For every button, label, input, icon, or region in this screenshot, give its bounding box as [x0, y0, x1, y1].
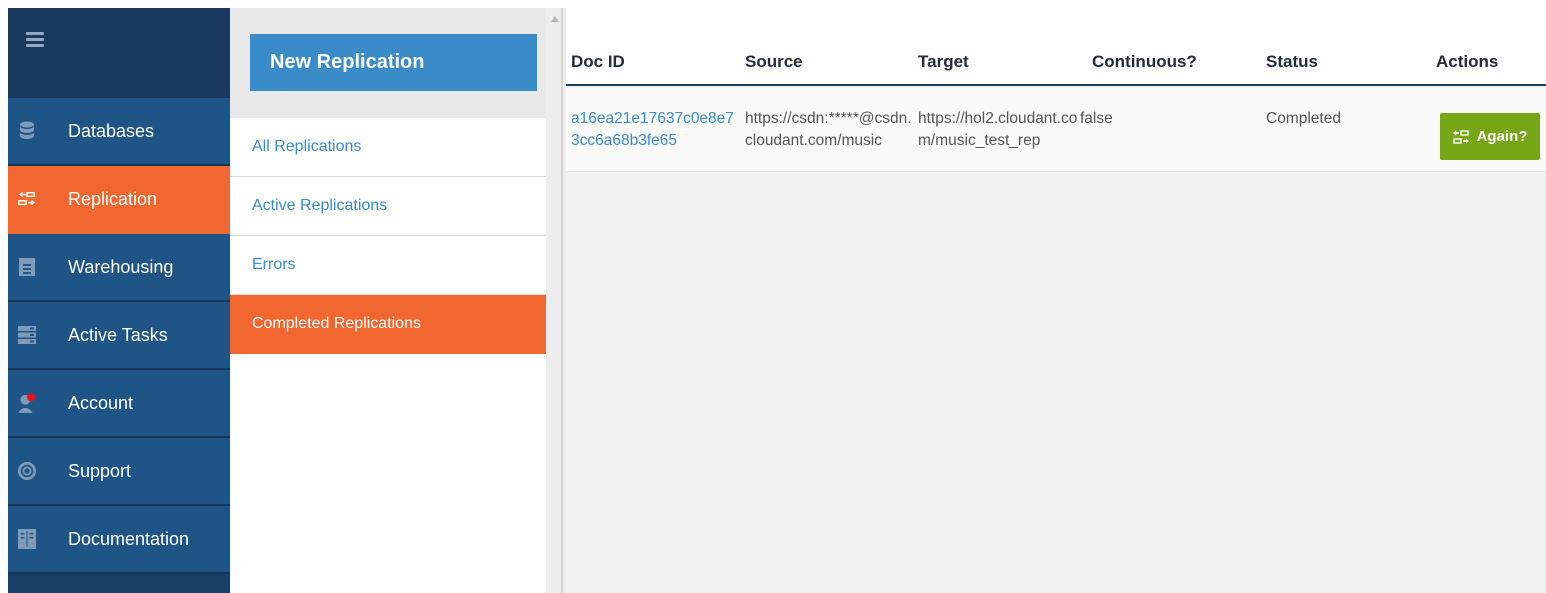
nav-label: Account — [68, 392, 134, 413]
target-cell: https://hol2.cloudant.com/music_test_rep — [918, 110, 1078, 149]
replication-sidebar: New Replication All Replications Active … — [230, 8, 546, 593]
nav-item-warehousing[interactable]: Warehousing — [8, 234, 230, 302]
lifebuoy-icon — [18, 460, 36, 482]
nav-item-replication[interactable]: Replication — [8, 166, 230, 234]
sidebar-header: New Replication — [230, 8, 546, 118]
user-icon — [18, 392, 36, 414]
book-icon — [18, 528, 36, 550]
nav-item-active-tasks[interactable]: Active Tasks — [8, 302, 230, 370]
scroll-up-icon[interactable] — [551, 16, 559, 22]
replications-table: Doc ID Source Target Continuous? Status … — [566, 8, 1546, 593]
table-header: Doc ID Source Target Continuous? Status … — [566, 8, 1546, 86]
nav-label: Warehousing — [68, 256, 174, 277]
nav-item-account[interactable]: Account — [8, 370, 230, 438]
nav-label: Documentation — [68, 528, 190, 549]
database-icon — [18, 120, 36, 142]
main-nav: Databases Replication Warehousing Active… — [8, 8, 230, 593]
filter-completed-replications[interactable]: Completed Replications — [230, 295, 546, 354]
sidebar-scrollbar[interactable] — [546, 8, 566, 593]
again-button-label: Again? — [1476, 128, 1528, 145]
again-button[interactable]: Again? — [1440, 113, 1540, 160]
nav-item-documentation[interactable]: Documentation — [8, 506, 230, 574]
doc-id-link[interactable]: a16ea21e17637c0e8e73cc6a68b3fe65 — [571, 108, 737, 152]
column-header-status: Status — [1266, 52, 1318, 71]
hamburger-menu-icon[interactable] — [26, 32, 44, 48]
source-cell: https://csdn:*****@csdn.cloudant.com/mus… — [745, 110, 912, 149]
tasks-icon — [18, 324, 36, 346]
table-row: a16ea21e17637c0e8e73cc6a68b3fe65 https:/… — [566, 88, 1546, 172]
column-header-continuous: Continuous? — [1092, 52, 1197, 71]
new-replication-button[interactable]: New Replication — [250, 34, 537, 91]
nav-item-databases[interactable]: Databases — [8, 98, 230, 166]
status-cell: Completed — [1266, 110, 1341, 127]
nav-header — [8, 8, 230, 98]
nav-label: Databases — [68, 120, 155, 141]
warehouse-icon — [18, 256, 36, 278]
nav-label: Support — [68, 460, 132, 481]
column-header-doc-id: Doc ID — [571, 52, 625, 71]
column-header-source: Source — [745, 52, 803, 71]
scrollbar-track — [561, 8, 563, 593]
column-header-target: Target — [918, 52, 969, 71]
nav-label: Replication — [68, 188, 158, 209]
filter-active-replications[interactable]: Active Replications — [230, 177, 546, 236]
filter-all-replications[interactable]: All Replications — [230, 118, 546, 177]
filter-errors[interactable]: Errors — [230, 236, 546, 295]
nav-label: Active Tasks — [68, 324, 168, 345]
nav-item-support[interactable]: Support — [8, 438, 230, 506]
replication-icon — [1452, 129, 1469, 144]
replication-icon — [18, 188, 36, 210]
column-header-actions: Actions — [1436, 52, 1499, 71]
continuous-cell: false — [1080, 110, 1113, 127]
